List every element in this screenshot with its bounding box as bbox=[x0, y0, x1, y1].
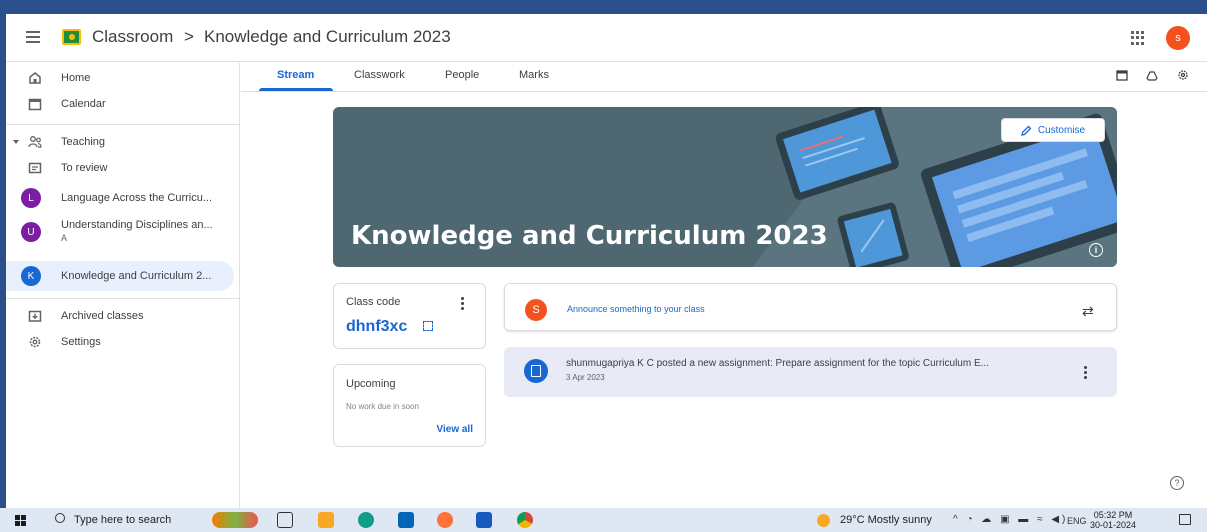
announce-input[interactable]: Announce something to your class bbox=[567, 304, 705, 314]
sidebar-item-class[interactable]: U Understanding Disciplines an... A bbox=[6, 213, 234, 249]
tab-stream[interactable]: Stream bbox=[277, 69, 314, 81]
gear-icon bbox=[29, 336, 41, 348]
weather-icon bbox=[817, 514, 830, 527]
class-avatar: U bbox=[21, 222, 41, 242]
sidebar-item-label: Language Across the Curricu... bbox=[61, 192, 213, 204]
search-icon bbox=[55, 513, 65, 523]
breadcrumb-separator: > bbox=[184, 27, 194, 46]
fullscreen-icon[interactable] bbox=[423, 321, 433, 331]
windows-start-icon[interactable] bbox=[15, 515, 26, 526]
class-avatar: L bbox=[21, 188, 41, 208]
task-view-icon[interactable] bbox=[277, 512, 293, 528]
sidebar-item-label: Teaching bbox=[61, 136, 106, 148]
weather-text[interactable]: 29°C Mostly sunny bbox=[840, 514, 932, 526]
class-settings-icon[interactable] bbox=[1177, 69, 1189, 81]
language-indicator[interactable]: ENG bbox=[1067, 516, 1087, 526]
word-icon[interactable] bbox=[476, 512, 492, 528]
class-code-card: Class code dhnf3xc bbox=[333, 283, 486, 349]
clock-time: 05:32 PM bbox=[1093, 510, 1133, 520]
post-date: 3 Apr 2023 bbox=[566, 373, 605, 382]
repost-icon[interactable]: ⇄ bbox=[1082, 303, 1094, 320]
people-icon bbox=[28, 136, 42, 148]
google-apps-icon[interactable] bbox=[1131, 31, 1145, 45]
class-banner: Knowledge and Curriculum 2023 Customise … bbox=[333, 107, 1117, 267]
sidebar-divider bbox=[6, 124, 240, 125]
system-tray-icons[interactable]: ^ ◔ ☁ ▣ ▬ ≈ ◀) bbox=[953, 514, 1068, 525]
top-bar: Classroom > Knowledge and Curriculum 202… bbox=[6, 14, 1207, 62]
class-avatar: K bbox=[21, 266, 41, 286]
mail-icon[interactable] bbox=[398, 512, 414, 528]
class-code-label: Class code bbox=[346, 296, 401, 308]
notification-icon[interactable] bbox=[1179, 514, 1191, 525]
sidebar-item-label: Understanding Disciplines an... bbox=[61, 219, 213, 231]
edge-browser-icon[interactable] bbox=[358, 512, 374, 528]
assignment-icon bbox=[524, 359, 548, 383]
sidebar-divider bbox=[6, 298, 240, 299]
taskbar-search-input[interactable]: Type here to search bbox=[74, 514, 171, 526]
customise-button[interactable]: Customise bbox=[1001, 118, 1105, 142]
info-icon[interactable]: i bbox=[1089, 243, 1103, 257]
customise-label: Customise bbox=[1037, 124, 1086, 136]
view-all-link[interactable]: View all bbox=[436, 424, 473, 435]
announce-card[interactable]: S Announce something to your class ⇄ bbox=[504, 283, 1117, 331]
sidebar: Home Calendar Teaching To review L Langu… bbox=[6, 63, 240, 508]
search-highlight-icon[interactable] bbox=[212, 512, 258, 528]
sidebar-item-section: A bbox=[61, 233, 68, 243]
help-icon[interactable]: ? bbox=[1170, 476, 1184, 490]
folder-review-icon bbox=[28, 162, 42, 174]
tabs-divider bbox=[241, 91, 1207, 92]
sidebar-item-label: Home bbox=[61, 72, 91, 84]
app-name[interactable]: Classroom bbox=[92, 27, 173, 47]
user-avatar: S bbox=[525, 299, 547, 321]
windows-taskbar: Type here to search 29°C Mostly sunny ^ … bbox=[0, 508, 1207, 532]
file-explorer-icon[interactable] bbox=[318, 512, 334, 528]
post-text: shunmugapriya K C posted a new assignmen… bbox=[566, 358, 989, 369]
clock[interactable]: 05:32 PM 30-01-2024 bbox=[1090, 510, 1136, 530]
calendar-icon[interactable] bbox=[1116, 69, 1128, 81]
class-code-value: dhnf3xc bbox=[346, 318, 408, 335]
sidebar-item-label: Settings bbox=[61, 336, 101, 348]
sidebar-item-class[interactable]: L Language Across the Curricu... bbox=[6, 183, 234, 213]
drive-folder-icon[interactable] bbox=[1146, 69, 1158, 81]
classroom-window: Classroom > Knowledge and Curriculum 202… bbox=[6, 14, 1207, 508]
sidebar-item-calendar[interactable]: Calendar bbox=[6, 89, 234, 119]
account-avatar[interactable]: s bbox=[1166, 26, 1190, 50]
breadcrumb-class-name: Knowledge and Curriculum 2023 bbox=[204, 27, 451, 46]
sidebar-item-class-active[interactable]: K Knowledge and Curriculum 2... bbox=[6, 261, 234, 291]
upcoming-title: Upcoming bbox=[346, 378, 396, 390]
pencil-icon bbox=[1021, 125, 1032, 136]
main-menu-icon[interactable] bbox=[26, 31, 40, 43]
upcoming-card: Upcoming No work due in soon View all bbox=[333, 364, 486, 447]
banner-title: Knowledge and Curriculum 2023 bbox=[351, 221, 828, 251]
tab-classwork[interactable]: Classwork bbox=[354, 69, 405, 81]
calendar-icon bbox=[28, 98, 42, 111]
upcoming-empty-text: No work due in soon bbox=[346, 402, 419, 411]
more-options-icon[interactable] bbox=[461, 297, 464, 312]
home-icon bbox=[29, 72, 41, 84]
expand-arrow-icon[interactable] bbox=[12, 138, 20, 146]
archive-icon bbox=[28, 310, 42, 322]
stream-post[interactable]: shunmugapriya K C posted a new assignmen… bbox=[504, 347, 1117, 397]
firefox-icon[interactable] bbox=[437, 512, 453, 528]
clock-date: 30-01-2024 bbox=[1090, 520, 1137, 530]
sidebar-item-label: Calendar bbox=[61, 98, 106, 110]
chrome-icon[interactable] bbox=[517, 512, 533, 528]
tab-marks[interactable]: Marks bbox=[519, 69, 549, 81]
tab-people[interactable]: People bbox=[445, 69, 479, 81]
sidebar-item-settings[interactable]: Settings bbox=[6, 327, 234, 357]
sidebar-item-label: To review bbox=[61, 162, 108, 174]
classroom-logo-icon[interactable] bbox=[62, 29, 81, 45]
sidebar-item-to-review[interactable]: To review bbox=[6, 153, 234, 183]
sidebar-item-label: Knowledge and Curriculum 2... bbox=[61, 270, 212, 282]
post-more-options-icon[interactable] bbox=[1084, 366, 1087, 381]
sidebar-item-label: Archived classes bbox=[61, 310, 144, 322]
